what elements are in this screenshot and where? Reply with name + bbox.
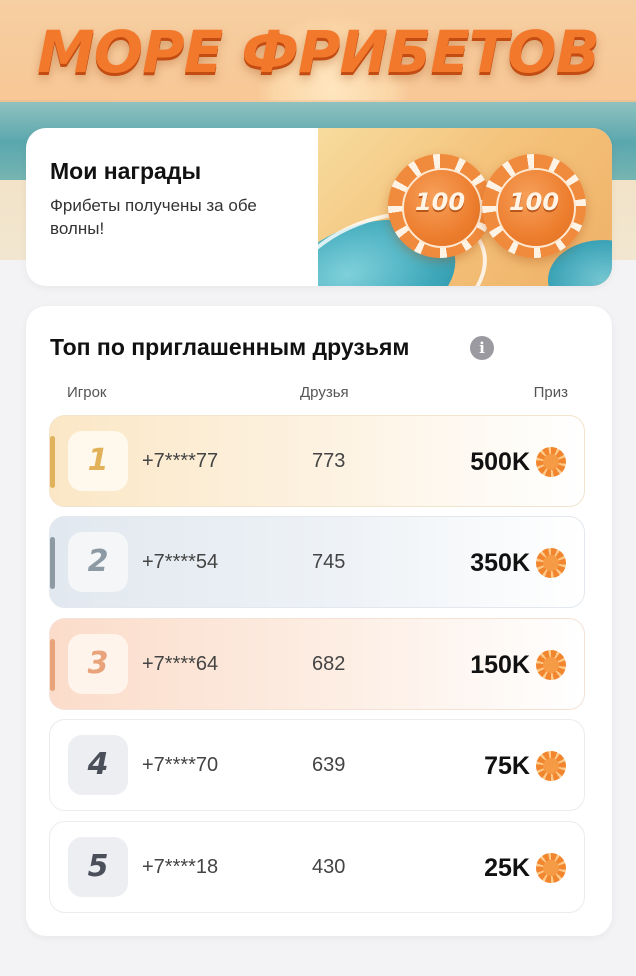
leaderboard-card: Топ по приглашенным друзьям i Игрок Друз… <box>26 306 612 936</box>
freebet-chip-icon: 100 <box>482 154 586 258</box>
coin-icon <box>536 853 566 883</box>
prize-amount: 350K <box>470 549 530 577</box>
player-phone: +7****64 <box>142 653 219 675</box>
promo-logo: МОРЕ ФРИБЕТОВ <box>37 18 600 86</box>
info-icon[interactable]: i <box>470 336 494 360</box>
rank-accent <box>50 436 55 488</box>
chip-value: 100 <box>508 188 560 216</box>
player-phone: +7****18 <box>142 856 219 878</box>
rank-badge: 3 <box>68 634 128 694</box>
coin-icon <box>536 447 566 477</box>
prize-amount: 500K <box>470 448 530 476</box>
friends-count: 745 <box>312 551 346 573</box>
rewards-title: Мои награды <box>50 158 202 184</box>
column-header-prize: Приз <box>533 384 568 401</box>
chip-value: 100 <box>414 188 466 216</box>
table-row: 4 +7****70 639 75K <box>49 719 585 811</box>
leaderboard-title: Топ по приглашенным друзьям <box>50 334 410 360</box>
rank-accent <box>50 639 55 691</box>
player-phone: +7****77 <box>142 450 219 472</box>
column-header-player: Игрок <box>67 384 107 401</box>
coin-icon <box>536 650 566 680</box>
column-header-friends: Друзья <box>300 384 349 401</box>
prize-amount: 25K <box>484 854 530 882</box>
prize-amount: 150K <box>470 651 530 679</box>
rank-accent <box>50 537 55 589</box>
rank-badge: 2 <box>68 532 128 592</box>
coin-icon <box>536 548 566 578</box>
table-row: 3 +7****64 682 150K <box>49 618 585 710</box>
prize-amount: 75K <box>484 752 530 780</box>
friends-count: 682 <box>312 653 346 675</box>
player-phone: +7****70 <box>142 754 219 776</box>
rank-badge: 1 <box>68 431 128 491</box>
rewards-subtitle: Фрибеты получены за обе волны! <box>50 196 257 238</box>
table-row: 5 +7****18 430 25K <box>49 821 585 913</box>
rank-badge: 5 <box>68 837 128 897</box>
friends-count: 773 <box>312 450 346 472</box>
my-rewards-card: Мои награды Фрибеты получены за обе волн… <box>26 128 612 286</box>
player-phone: +7****54 <box>142 551 219 573</box>
table-row: 2 +7****54 745 350K <box>49 516 585 608</box>
rank-badge: 4 <box>68 735 128 795</box>
friends-count: 639 <box>312 754 346 776</box>
table-row: 1 +7****77 773 500K <box>49 415 585 507</box>
freebet-chip-icon: 100 <box>388 154 492 258</box>
friends-count: 430 <box>312 856 346 878</box>
coin-icon <box>536 751 566 781</box>
rewards-illustration: 100 100 <box>318 128 612 286</box>
